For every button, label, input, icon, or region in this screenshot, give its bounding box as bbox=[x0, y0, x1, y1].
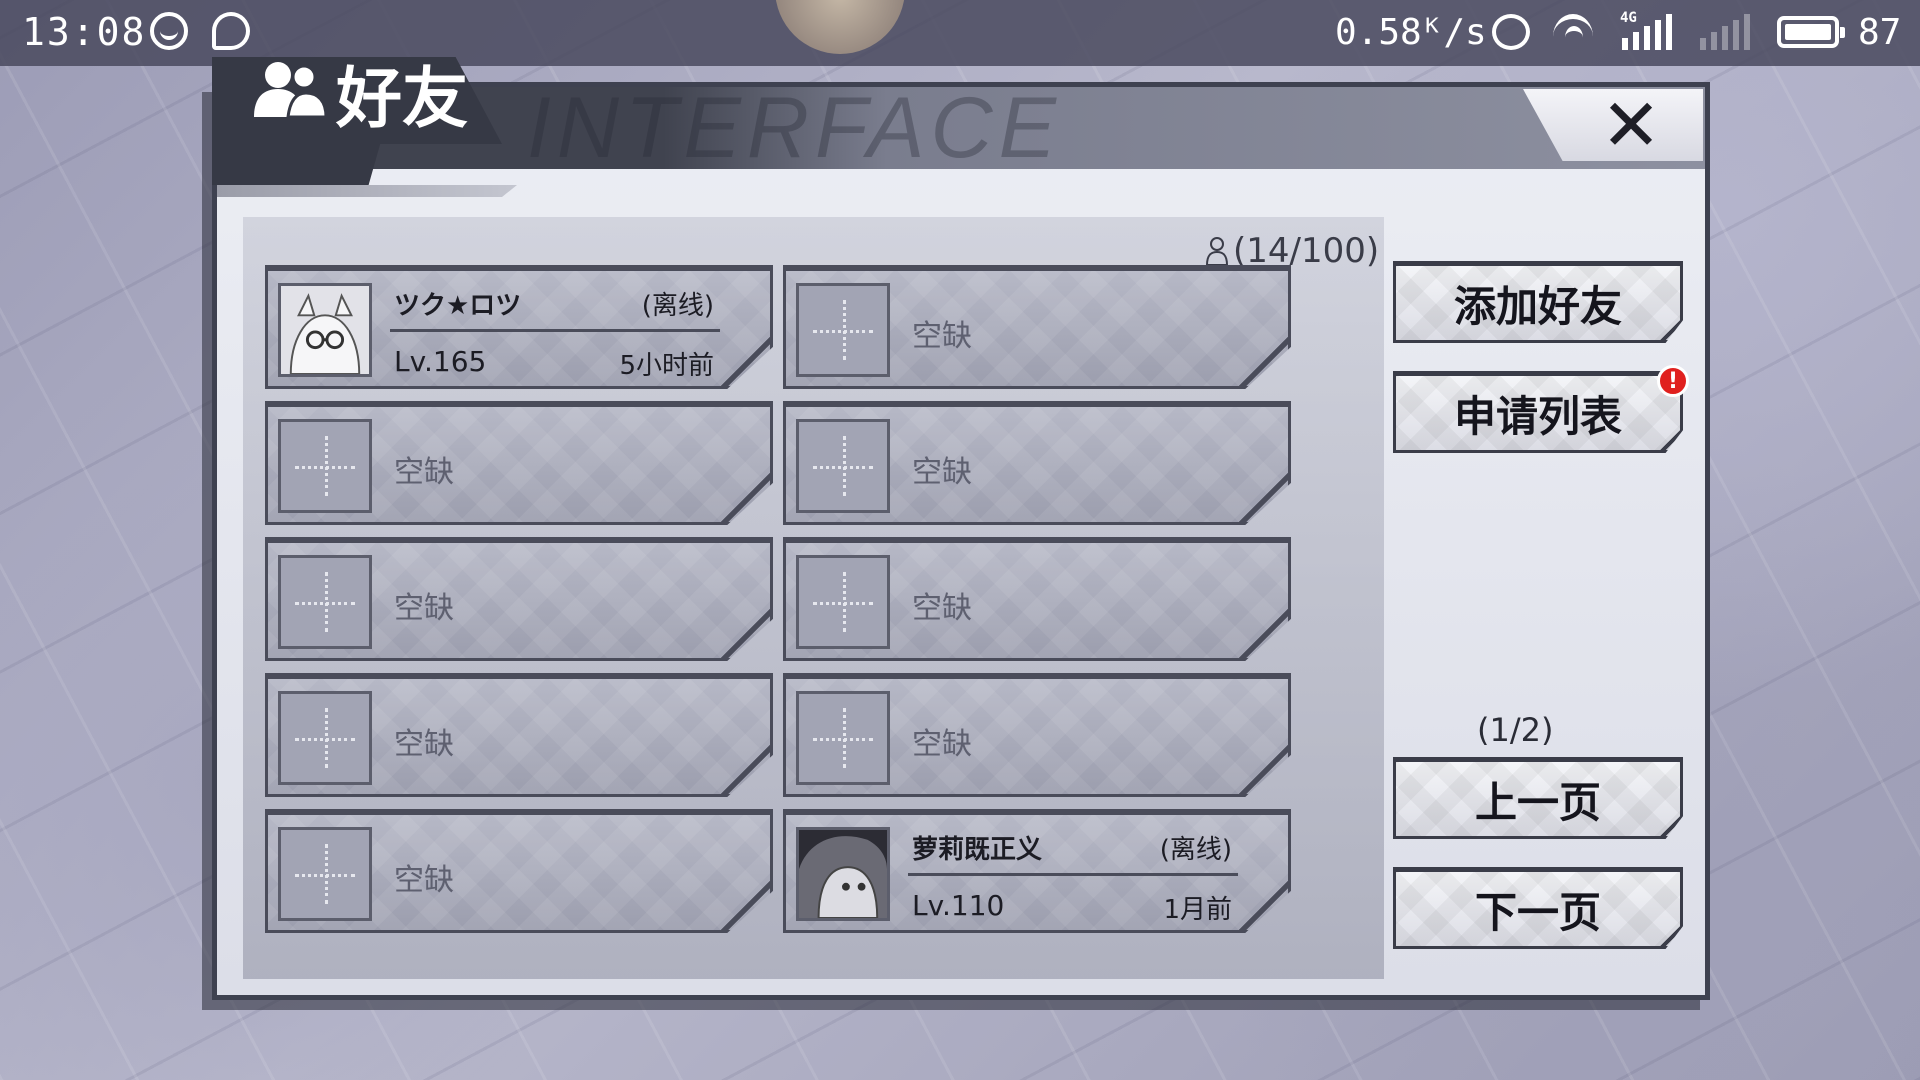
friends-list-panel: (14/100) ツク★ロツ (离线) Lv.165 5小时前 空缺 空缺 空缺… bbox=[243, 217, 1384, 979]
request-alert-badge: ! bbox=[1657, 365, 1689, 397]
net-speed: 0.58ᴷ/s bbox=[1335, 12, 1487, 53]
wifi-icon bbox=[1553, 14, 1599, 50]
battery-level: 87 bbox=[1858, 12, 1902, 53]
weibo-icon bbox=[212, 12, 250, 50]
friend-name: ツク★ロツ bbox=[394, 291, 522, 321]
empty-slot-label: 空缺 bbox=[394, 863, 454, 898]
notification-app-icon bbox=[150, 12, 188, 50]
add-slot-icon bbox=[796, 419, 890, 513]
empty-slot-label: 空缺 bbox=[912, 727, 972, 762]
friend-status: (离线) bbox=[1159, 835, 1232, 865]
person-icon bbox=[1205, 237, 1229, 266]
friend-slot[interactable]: ツク★ロツ (离线) Lv.165 5小时前 bbox=[265, 265, 773, 389]
friend-last-seen: 1月前 bbox=[1163, 895, 1232, 925]
friend-status: (离线) bbox=[641, 291, 714, 321]
add-slot-icon bbox=[278, 419, 372, 513]
page-indicator: (1/2) bbox=[1477, 711, 1554, 749]
friend-avatar bbox=[796, 827, 890, 921]
signal-secondary-icon bbox=[1700, 14, 1750, 50]
empty-slot-label: 空缺 bbox=[912, 455, 972, 490]
add-slot-icon bbox=[278, 827, 372, 921]
empty-slot[interactable]: 空缺 bbox=[783, 673, 1291, 797]
empty-slot-label: 空缺 bbox=[912, 319, 972, 354]
friends-icon bbox=[254, 62, 328, 119]
add-friend-label: 添加好友 bbox=[1453, 281, 1622, 331]
empty-slot[interactable]: 空缺 bbox=[783, 265, 1291, 389]
next-page-button[interactable]: 下一页 bbox=[1393, 867, 1683, 949]
empty-slot-label: 空缺 bbox=[394, 591, 454, 626]
header-watermark: INTERFACE bbox=[527, 87, 1062, 169]
empty-slot[interactable]: 空缺 bbox=[265, 809, 773, 933]
add-slot-icon bbox=[796, 691, 890, 785]
empty-slot[interactable]: 空缺 bbox=[265, 401, 773, 525]
add-friend-button[interactable]: 添加好友 bbox=[1393, 261, 1683, 343]
friend-slot[interactable]: 萝莉既正义 (离线) Lv.110 1月前 bbox=[783, 809, 1291, 933]
request-list-label: 申请列表 bbox=[1453, 391, 1622, 441]
friend-level: Lv.110 bbox=[912, 889, 1005, 922]
friend-last-seen: 5小时前 bbox=[619, 351, 714, 381]
empty-slot-label: 空缺 bbox=[394, 455, 454, 490]
empty-slot-label: 空缺 bbox=[912, 591, 972, 626]
signal-icon bbox=[1622, 14, 1672, 50]
battery-icon bbox=[1777, 16, 1845, 48]
friend-avatar bbox=[278, 283, 372, 377]
game-avatar-peek bbox=[775, 0, 905, 54]
friend-name: 萝莉既正义 bbox=[912, 835, 1043, 865]
alarm-icon bbox=[1492, 14, 1530, 50]
divider bbox=[908, 873, 1238, 876]
prev-page-button[interactable]: 上一页 bbox=[1393, 757, 1683, 839]
add-slot-icon bbox=[796, 555, 890, 649]
empty-slot[interactable]: 空缺 bbox=[783, 401, 1291, 525]
status-time: 13:08 bbox=[22, 10, 147, 54]
next-page-label: 下一页 bbox=[1474, 887, 1601, 937]
friend-level: Lv.165 bbox=[394, 345, 487, 378]
empty-slot-label: 空缺 bbox=[394, 727, 454, 762]
empty-slot[interactable]: 空缺 bbox=[265, 537, 773, 661]
prev-page-label: 上一页 bbox=[1474, 777, 1601, 827]
close-icon: ✕ bbox=[1600, 83, 1662, 167]
status-bar: 13:08 0.58ᴷ/s 4G 87 bbox=[0, 0, 1920, 66]
add-slot-icon bbox=[278, 555, 372, 649]
friends-dialog: INTERFACE 好友 ✕ (14/100) ツク★ロツ (离线) Lv.16… bbox=[212, 57, 1710, 1000]
add-slot-icon bbox=[278, 691, 372, 785]
empty-slot[interactable]: 空缺 bbox=[265, 673, 773, 797]
dialog-title: 好友 bbox=[336, 60, 468, 137]
title-accent bbox=[217, 185, 517, 197]
request-list-button[interactable]: 申请列表 bbox=[1393, 371, 1683, 453]
divider bbox=[390, 329, 720, 332]
empty-slot[interactable]: 空缺 bbox=[783, 537, 1291, 661]
add-slot-icon bbox=[796, 283, 890, 377]
